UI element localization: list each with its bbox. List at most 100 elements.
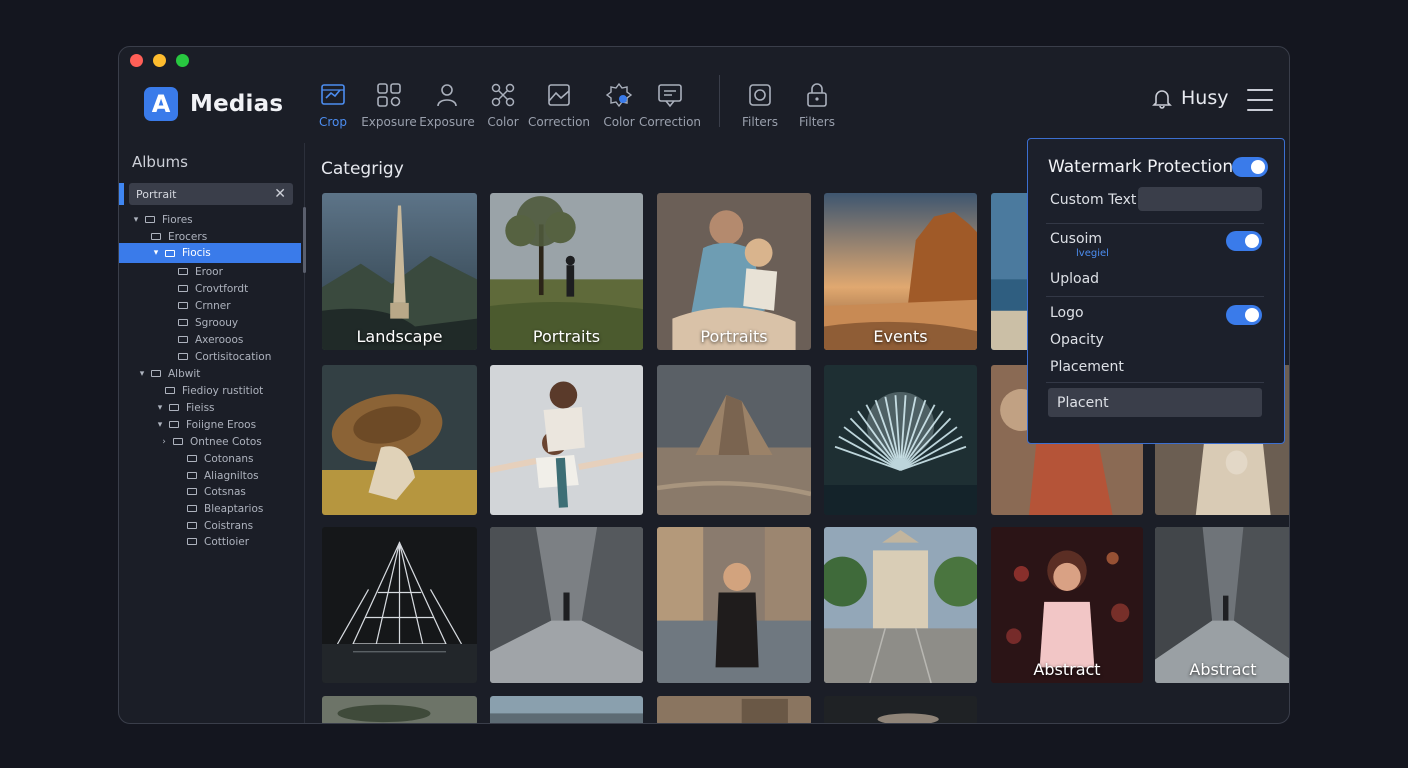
watermark-toggle[interactable] <box>1232 157 1268 177</box>
tree-item[interactable]: Cortisitocation <box>119 348 301 365</box>
placement-select[interactable]: Placent <box>1048 388 1262 417</box>
tree-item[interactable]: Coistrans <box>119 517 301 534</box>
menu-button[interactable] <box>1247 89 1273 111</box>
image-correction-icon <box>548 84 570 106</box>
custom-text-field[interactable] <box>1138 187 1262 211</box>
chevron-icon[interactable]: ▾ <box>137 369 147 379</box>
tree-item[interactable]: › Ontnee Cotos <box>119 433 301 450</box>
hamburger-line <box>1247 99 1273 101</box>
custom-toggle[interactable] <box>1226 231 1262 251</box>
tree-item[interactable]: ▾ Foiigne Eroos <box>119 416 301 433</box>
photo-thumbnail <box>322 696 477 723</box>
tree-item-label: Fiocis <box>182 247 211 259</box>
tree-item[interactable]: Bleaptarios <box>119 500 301 517</box>
folder-icon <box>169 421 179 428</box>
tile-label: Portraits <box>532 327 601 346</box>
folder-icon <box>178 319 188 326</box>
tree-item[interactable]: ▾ Fiores <box>119 211 301 228</box>
custom-text-label: Custom Text <box>1050 192 1137 208</box>
tree-item-label: Sgroouy <box>195 316 239 329</box>
minimize-window-button[interactable] <box>153 54 166 67</box>
tree-item[interactable]: ▾ Fieiss <box>119 399 301 416</box>
tree-item-label: Bleaptarios <box>204 502 264 515</box>
tool-crop[interactable]: Crop <box>303 81 363 129</box>
photo-tile[interactable]: Abstract <box>1155 527 1289 683</box>
folder-icon <box>187 522 197 529</box>
chevron-icon[interactable]: ▾ <box>155 403 165 413</box>
tool-correction-2[interactable]: Correction <box>639 81 701 129</box>
photo-tile[interactable] <box>322 527 477 683</box>
panel-divider <box>1046 223 1264 224</box>
tree-item[interactable]: Cottioier <box>119 533 301 550</box>
tree-item[interactable]: Aliagniltos <box>119 467 301 484</box>
app-window: A Medias Crop Exposure Exposure Color Co… <box>118 46 1290 724</box>
logo-toggle[interactable] <box>1226 305 1262 325</box>
crop-icon <box>321 84 345 105</box>
tree-item[interactable]: Sgroouy <box>119 314 301 331</box>
photo-thumbnail <box>824 527 977 683</box>
user-menu[interactable]: Husy <box>1151 87 1228 109</box>
window-controls <box>130 54 189 67</box>
photo-tile[interactable] <box>824 696 977 723</box>
album-search-input[interactable] <box>136 187 256 201</box>
tree-item-label: Axerooos <box>195 333 244 346</box>
tree-item[interactable]: Crovtfordt <box>119 280 301 297</box>
hamburger-line <box>1247 109 1273 111</box>
chevron-icon[interactable]: ▾ <box>151 248 161 258</box>
photo-tile[interactable] <box>824 365 977 515</box>
tool-filters[interactable]: Filters <box>730 81 790 129</box>
chevron-icon[interactable]: › <box>159 437 169 447</box>
tree-item[interactable]: Crnner <box>119 297 301 314</box>
photo-tile[interactable] <box>657 365 811 515</box>
tree-item[interactable]: ▾ Albwit <box>119 365 301 382</box>
custom-sublabel[interactable]: lvegiel <box>1076 248 1109 259</box>
tree-item[interactable]: Eroor <box>119 263 301 280</box>
tool-exposure[interactable]: Exposure <box>359 81 419 129</box>
folder-icon <box>178 353 188 360</box>
tree-item[interactable]: ▾ Fiocis <box>119 243 301 263</box>
clear-search-icon[interactable]: ✕ <box>274 186 286 202</box>
tree-item-label: Cotonans <box>204 452 254 465</box>
close-window-button[interactable] <box>130 54 143 67</box>
photo-tile[interactable] <box>657 527 811 683</box>
albums-sidebar: Albums ✕ ▾ Fiores Erocers ▾ Fiocis Eroor Crovt… <box>119 143 306 723</box>
photo-tile[interactable]: Portraits <box>657 193 811 350</box>
photo-tile[interactable] <box>322 365 477 515</box>
tool-label: Filters <box>799 115 835 129</box>
tree-item[interactable]: Axerooos <box>119 331 301 348</box>
sidebar-scrollbar[interactable] <box>303 207 306 273</box>
tool-correction[interactable]: Correction <box>528 81 590 129</box>
tree-item[interactable]: Cotsnas <box>119 483 301 500</box>
tool-exposure-2[interactable]: Exposure <box>417 81 477 129</box>
photo-tile[interactable]: Portraits <box>490 193 643 350</box>
tree-item[interactable]: Cotonans <box>119 450 301 467</box>
photo-tile[interactable] <box>657 696 811 723</box>
folder-icon <box>165 387 175 394</box>
upload-label[interactable]: Upload <box>1050 271 1099 287</box>
photo-tile[interactable]: Abstract <box>991 527 1143 683</box>
photo-tile[interactable] <box>490 696 643 723</box>
app-name: Medias <box>190 91 284 117</box>
watermark-title: Watermark Protection <box>1048 157 1234 177</box>
photo-tile[interactable] <box>490 365 643 515</box>
tree-item[interactable]: Fiedioy rustitiot <box>119 382 301 399</box>
chevron-icon[interactable]: ▾ <box>131 215 141 225</box>
photo-tile[interactable] <box>490 527 643 683</box>
color-badge-icon <box>605 82 633 108</box>
tool-color[interactable]: Color <box>473 81 533 129</box>
photo-tile[interactable] <box>322 696 477 723</box>
folder-icon <box>169 404 179 411</box>
user-name: Husy <box>1181 87 1229 109</box>
tool-label: Color <box>487 115 519 129</box>
sidebar-title: Albums <box>132 153 188 171</box>
photo-tile[interactable]: Events <box>824 193 977 350</box>
photo-tile[interactable]: Landscape <box>322 193 477 350</box>
chevron-icon[interactable]: ▾ <box>155 420 165 430</box>
color-nodes-icon <box>491 83 515 107</box>
tree-item-label: Cotsnas <box>204 485 246 498</box>
photo-thumbnail <box>657 365 811 515</box>
maximize-window-button[interactable] <box>176 54 189 67</box>
photo-thumbnail <box>824 696 977 723</box>
photo-tile[interactable] <box>824 527 977 683</box>
tool-filters-2[interactable]: Filters <box>787 81 847 129</box>
